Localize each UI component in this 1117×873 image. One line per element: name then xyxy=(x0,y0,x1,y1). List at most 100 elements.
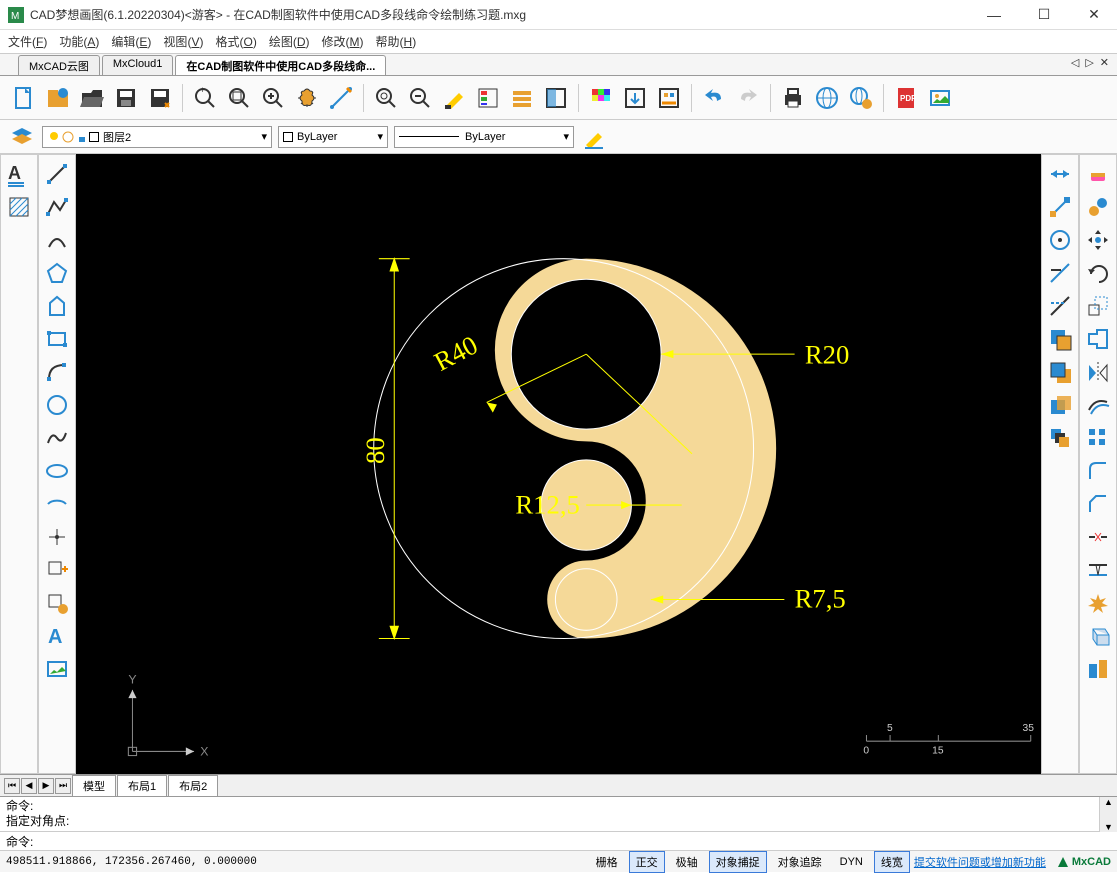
copy-button[interactable] xyxy=(1045,192,1075,222)
zoom-out-button[interactable] xyxy=(404,82,436,114)
break-button[interactable] xyxy=(1083,522,1113,552)
status-polar[interactable]: 极轴 xyxy=(669,851,705,873)
menu-file[interactable]: 文件(F) xyxy=(8,33,47,50)
color-palette-button[interactable] xyxy=(585,82,617,114)
viewtab-layout2[interactable]: 布局2 xyxy=(168,775,218,797)
properties-button[interactable] xyxy=(472,82,504,114)
menu-function[interactable]: 功能(A) xyxy=(59,33,99,50)
arc-button[interactable] xyxy=(42,225,72,255)
block-create-button[interactable] xyxy=(42,588,72,618)
rectangle-button[interactable] xyxy=(42,324,72,354)
minimize-button[interactable]: — xyxy=(979,5,1009,25)
fillet-button[interactable] xyxy=(1083,456,1113,486)
arc3p-button[interactable] xyxy=(42,357,72,387)
trim-button[interactable] xyxy=(1045,258,1075,288)
measure-button[interactable] xyxy=(325,82,357,114)
offset-button[interactable] xyxy=(1083,390,1113,420)
open-cloud-button[interactable] xyxy=(42,82,74,114)
status-osnap[interactable]: 对象捕捉 xyxy=(709,851,767,873)
menu-modify[interactable]: 修改(M) xyxy=(322,33,364,50)
pdf-button[interactable]: PDF xyxy=(890,82,922,114)
layers-panel-button[interactable] xyxy=(506,82,538,114)
circle-button[interactable] xyxy=(42,390,72,420)
menu-view[interactable]: 视图(V) xyxy=(163,33,203,50)
3d-button[interactable] xyxy=(1083,621,1113,651)
spline-button[interactable] xyxy=(42,423,72,453)
back-button[interactable] xyxy=(1045,357,1075,387)
point-button[interactable] xyxy=(42,522,72,552)
text-style-button[interactable]: A xyxy=(4,159,34,189)
ellipse-button[interactable] xyxy=(42,456,72,486)
tab-close-button[interactable]: ✕ xyxy=(1100,56,1109,69)
pan-all-button[interactable] xyxy=(1083,225,1113,255)
rotate2-button[interactable] xyxy=(1083,258,1113,288)
viewtab-last[interactable]: ⏭ xyxy=(55,778,71,794)
zoom-extents-button[interactable] xyxy=(223,82,255,114)
command-scrollbar[interactable]: ▲▼ xyxy=(1099,797,1117,832)
close-button[interactable]: ✕ xyxy=(1079,5,1109,25)
text-button[interactable]: A xyxy=(42,621,72,651)
array-button[interactable] xyxy=(1083,423,1113,453)
erase-button[interactable] xyxy=(1083,159,1113,189)
move-button[interactable] xyxy=(1045,159,1075,189)
chamfer-button[interactable] xyxy=(1083,489,1113,519)
status-otrack[interactable]: 对象追踪 xyxy=(771,851,829,873)
line-button[interactable] xyxy=(42,159,72,189)
hatch-button[interactable] xyxy=(4,192,34,222)
viewtab-first[interactable]: ⏮ xyxy=(4,778,20,794)
viewtab-model[interactable]: 模型 xyxy=(72,775,116,797)
status-ortho[interactable]: 正交 xyxy=(629,851,665,873)
menu-draw[interactable]: 绘图(D) xyxy=(269,33,310,50)
menu-edit[interactable]: 编辑(E) xyxy=(111,33,151,50)
zoom-window-button[interactable] xyxy=(370,82,402,114)
redo-button[interactable] xyxy=(732,82,764,114)
zoom-center-button[interactable]: + xyxy=(189,82,221,114)
feedback-link[interactable]: 提交软件问题或增加新功能 xyxy=(914,854,1046,870)
tab-current-document[interactable]: 在CAD制图软件中使用CAD多段线命... xyxy=(175,55,386,75)
command-input-row[interactable]: 命令: xyxy=(0,832,1117,850)
print-button[interactable] xyxy=(777,82,809,114)
maximize-button[interactable]: ☐ xyxy=(1029,5,1059,25)
join-button[interactable] xyxy=(1083,555,1113,585)
block-insert-button[interactable] xyxy=(42,555,72,585)
ellipse-arc-button[interactable] xyxy=(42,489,72,519)
stretch-button[interactable] xyxy=(1083,324,1113,354)
layer-selector[interactable]: 图层2 ▾ xyxy=(42,126,272,148)
zoom-in-button[interactable] xyxy=(257,82,289,114)
web-button[interactable] xyxy=(811,82,843,114)
tab-prev-button[interactable]: ◁ xyxy=(1071,56,1079,69)
copy2-button[interactable] xyxy=(1083,192,1113,222)
image-insert-button[interactable] xyxy=(42,654,72,684)
drawing-canvas[interactable]: 80 R40 R20 R12,5 R7,5 xyxy=(76,154,1041,774)
rotate-button[interactable] xyxy=(1045,225,1075,255)
status-dyn[interactable]: DYN xyxy=(833,853,870,871)
settings-button[interactable] xyxy=(653,82,685,114)
viewtab-next[interactable]: ▶ xyxy=(38,778,54,794)
polyline-button[interactable] xyxy=(42,192,72,222)
tab-mxcloud1[interactable]: MxCloud1 xyxy=(102,55,174,75)
save-button[interactable] xyxy=(110,82,142,114)
tab-mxcad-cloud[interactable]: MxCAD云图 xyxy=(18,55,100,75)
layer-manager-button[interactable] xyxy=(8,123,36,151)
new-button[interactable] xyxy=(8,82,40,114)
viewport-button[interactable] xyxy=(540,82,572,114)
menu-format[interactable]: 格式(O) xyxy=(215,33,256,50)
open-button[interactable] xyxy=(76,82,108,114)
front-button[interactable] xyxy=(1045,324,1075,354)
viewtab-layout1[interactable]: 布局1 xyxy=(117,775,167,797)
mirror-button[interactable] xyxy=(1083,357,1113,387)
explode-button[interactable] xyxy=(1083,588,1113,618)
polygon-button[interactable] xyxy=(42,258,72,288)
viewtab-prev[interactable]: ◀ xyxy=(21,778,37,794)
draworder-button[interactable] xyxy=(1045,423,1075,453)
linetype-edit-button[interactable] xyxy=(580,123,608,151)
web-settings-button[interactable] xyxy=(845,82,877,114)
image-button[interactable] xyxy=(924,82,956,114)
undo-button[interactable] xyxy=(698,82,730,114)
export-button[interactable] xyxy=(619,82,651,114)
save-as-button[interactable] xyxy=(144,82,176,114)
linetype-selector[interactable]: ByLayer ▾ xyxy=(394,126,574,148)
pan-button[interactable] xyxy=(291,82,323,114)
behind-button[interactable] xyxy=(1045,390,1075,420)
tab-next-button[interactable]: ▷ xyxy=(1085,56,1093,69)
